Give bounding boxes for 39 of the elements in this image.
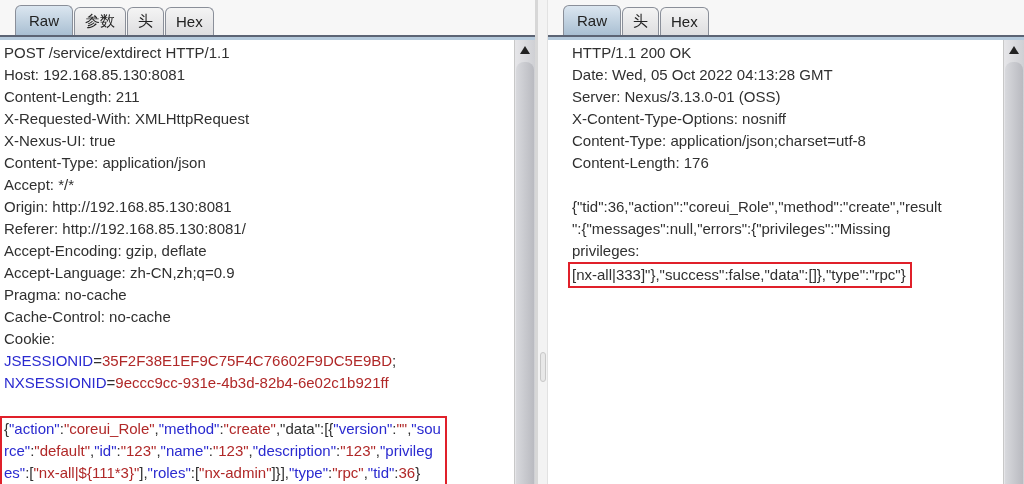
header-line: Date: Wed, 05 Oct 2022 04:13:28 GMT [572, 65, 834, 85]
header-line: X-Content-Type-Options: nosniff [572, 109, 787, 129]
header-line: POST /service/extdirect HTTP/1.1 [4, 43, 231, 63]
header-line: Referer: http://192.168.85.130:8081/ [4, 219, 247, 239]
header-line: Host: 192.168.85.130:8081 [4, 65, 186, 85]
splitter-grip[interactable] [539, 352, 546, 382]
scrollbar[interactable] [1003, 40, 1024, 484]
body-line: ":{"messages":null,"errors":{"privileges":"Missing [572, 219, 892, 239]
header-line: Cookie: [4, 329, 56, 349]
header-line: JSESSIONID=35F2F38E1EF9C75F4C76602F9DC5E9BD; [4, 351, 398, 371]
body-line: [nx-all|333]"},"success":false,"data":[]},"type":"rpc"} [572, 265, 906, 285]
body-line: rce":"default","id":"123","name":"123","description":"123","privileg [4, 441, 434, 461]
header-line: HTTP/1.1 200 OK [572, 43, 693, 63]
header-line: Origin: http://192.168.85.130:8081 [4, 197, 233, 217]
body-line: privileges: [572, 241, 641, 261]
scrollbar[interactable] [514, 40, 535, 484]
header-line: Content-Type: application/json [4, 153, 207, 173]
header-line: NXSESSIONID=9eccc9cc-931e-4b3d-82b4-6e02c1b921ff [4, 373, 390, 393]
header-line: Accept-Language: zh-CN,zh;q=0.9 [4, 263, 236, 283]
tab[interactable]: 头 [127, 7, 164, 35]
header-line: Accept-Encoding: gzip, deflate [4, 241, 208, 261]
header-line: Content-Length: 211 [4, 87, 141, 107]
header-line: Content-Type: application/json;charset=utf-8 [572, 131, 867, 151]
header-line: Accept: */* [4, 175, 76, 195]
header-line: Pragma: no-cache [4, 285, 128, 305]
tab[interactable]: 头 [622, 7, 659, 35]
tab[interactable]: Raw [15, 5, 73, 35]
header-line: X-Nexus-UI: true [4, 131, 117, 151]
tab[interactable]: Hex [660, 7, 709, 35]
body-line: {"action":"coreui_Role","method":"create","data":[{"version":"","sou [4, 419, 441, 439]
header-line: Cache-Control: no-cache [4, 307, 172, 327]
body-line: es":["nx-all|${111*3}"],"roles":["nx-admin"]}],"type":"rpc","tid":36} [4, 463, 422, 483]
tab[interactable]: Raw [563, 5, 621, 35]
tab[interactable]: Hex [165, 7, 214, 35]
header-line: Content-Length: 176 [572, 153, 710, 173]
tab[interactable]: 参数 [74, 7, 126, 35]
header-line: X-Requested-With: XMLHttpRequest [4, 109, 251, 129]
body-line: {"tid":36,"action":"coreui_Role","method":"create","result [572, 197, 942, 217]
header-line: Server: Nexus/3.13.0-01 (OSS) [572, 87, 782, 107]
